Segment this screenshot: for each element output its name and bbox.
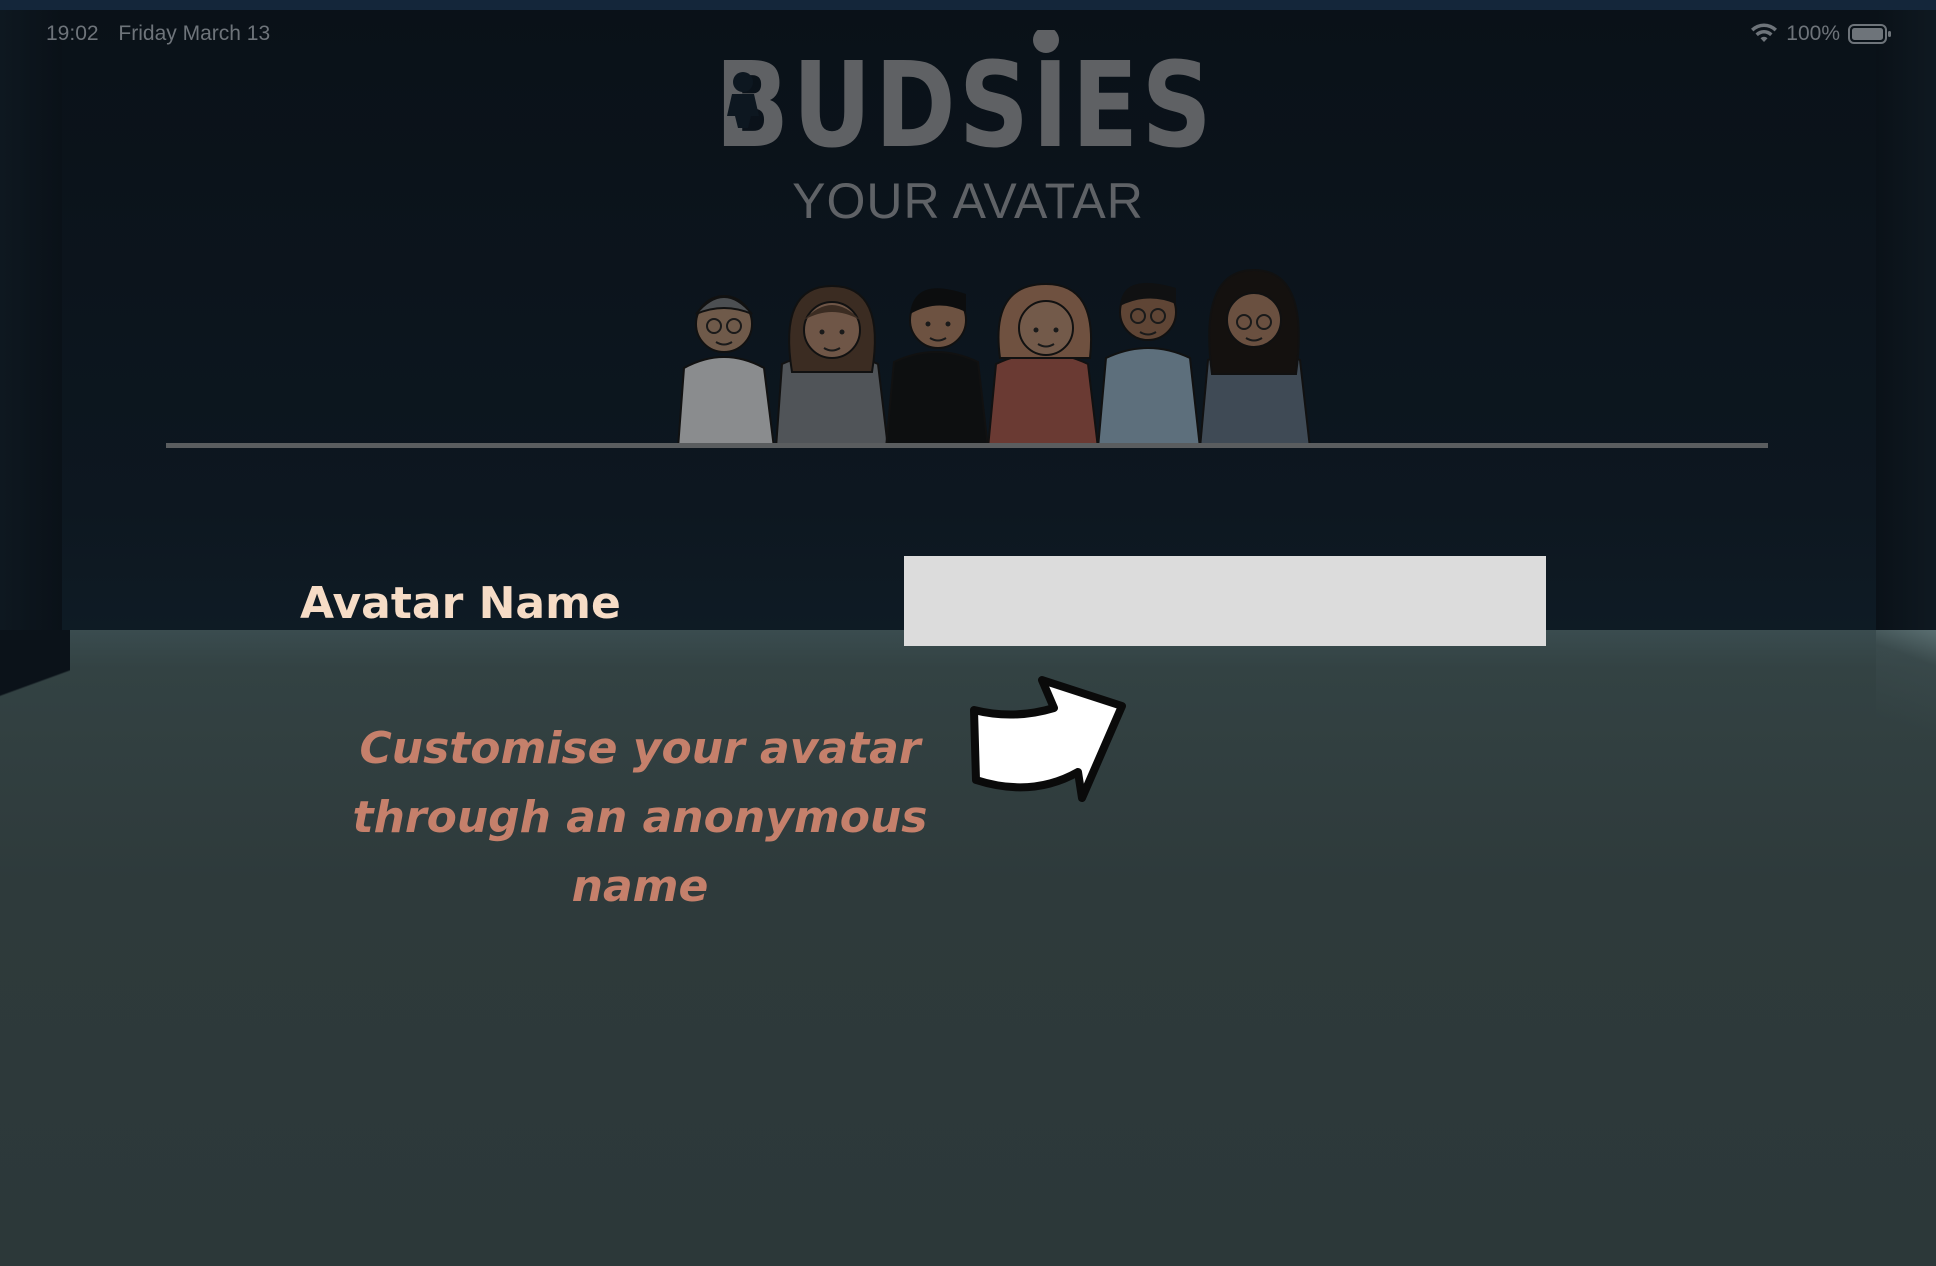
top-edge bbox=[0, 0, 1936, 10]
hint-text: Customise your avatar through an anonymo… bbox=[330, 714, 950, 921]
floor-edge-left bbox=[0, 630, 70, 790]
room-wall-left bbox=[0, 10, 62, 700]
battery-icon bbox=[1848, 24, 1891, 44]
hint-line-3: name bbox=[571, 861, 709, 912]
avatar-1 bbox=[676, 295, 776, 448]
status-bar-left: 19:02 Friday March 13 bbox=[46, 22, 284, 46]
hint-line-1: Customise your avatar bbox=[359, 723, 921, 774]
logo-text: BUDSIES bbox=[715, 36, 1215, 160]
budsies-logo: BUDSIES bbox=[715, 30, 1215, 160]
hint-line-2: through an anonymous bbox=[352, 792, 928, 843]
avatar-name-input[interactable] bbox=[904, 556, 1546, 646]
status-time: 19:02 bbox=[46, 22, 99, 45]
avatar-group-illustration bbox=[676, 268, 1312, 448]
floor-edge-right bbox=[1876, 630, 1936, 790]
battery-percent: 100% bbox=[1786, 22, 1840, 45]
room-wall-right bbox=[1876, 10, 1936, 700]
avatar-3 bbox=[884, 288, 990, 448]
status-bar-right: 100% bbox=[1750, 22, 1892, 46]
status-date: Friday March 13 bbox=[118, 22, 271, 45]
avatar-5 bbox=[1096, 282, 1202, 448]
app-screen: 19:02 Friday March 13 100% BUDSIES YOUR … bbox=[0, 0, 1936, 1266]
shelf-divider bbox=[166, 443, 1768, 448]
wifi-icon bbox=[1751, 23, 1778, 42]
avatar-6 bbox=[1198, 268, 1312, 448]
avatar-name-label: Avatar Name bbox=[300, 578, 621, 629]
avatar-4 bbox=[986, 282, 1100, 448]
arrow-right-icon bbox=[970, 676, 1126, 802]
screen-title: YOUR AVATAR bbox=[792, 173, 1144, 229]
avatar-2 bbox=[774, 284, 890, 448]
